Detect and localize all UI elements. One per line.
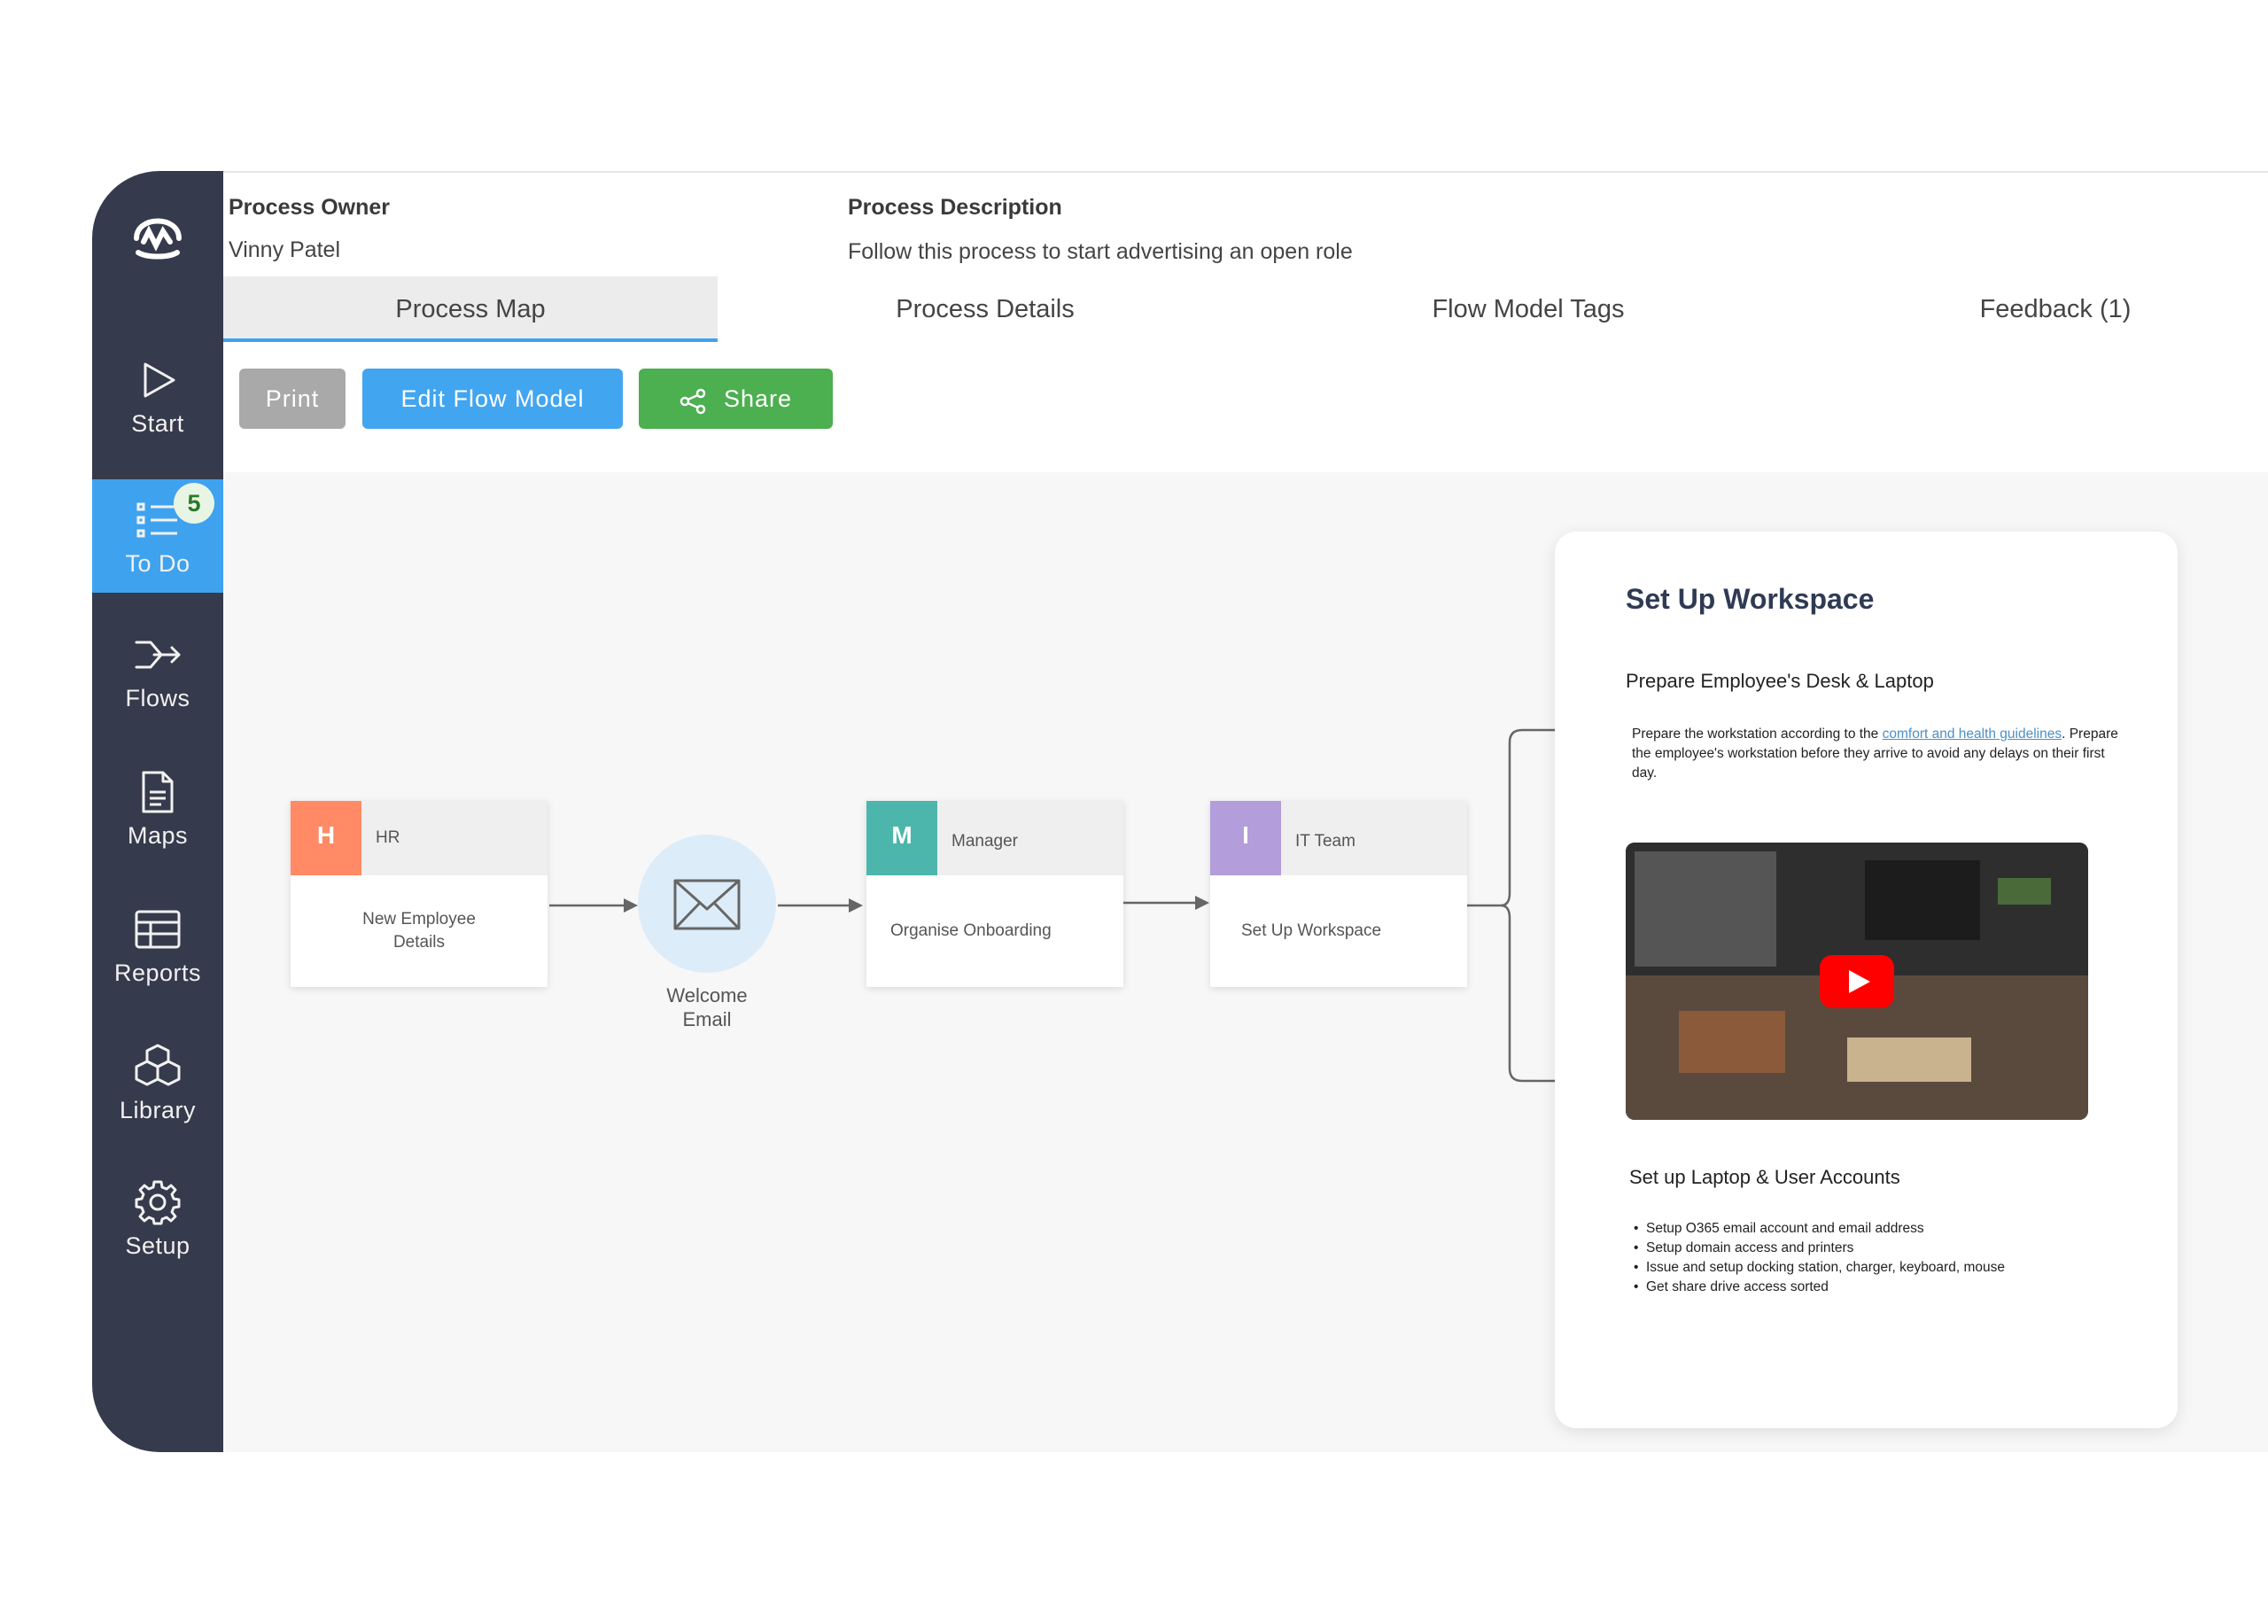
sidebar-item-label: Start [131,410,184,437]
process-description-value: Follow this process to start advertising… [848,239,1353,264]
welcome-email-event[interactable] [638,835,776,973]
node-role: IT Team [1295,832,1355,851]
sidebar-item-label: Setup [125,1232,190,1259]
task-checklist: Setup O365 email account and email addre… [1634,1219,2005,1297]
print-button[interactable]: Print [239,369,346,429]
sidebar-item-flows[interactable]: Flows [92,614,223,727]
list-item: Get share drive access sorted [1634,1278,2005,1297]
list-item: Issue and setup docking station, charger… [1634,1258,2005,1278]
play-icon [144,362,175,398]
node-task: Organise Onboarding [866,875,1123,987]
flow-node-manager[interactable]: M Manager Organise Onboarding [866,801,1123,987]
process-owner-value: Vinny Patel [229,237,341,262]
sidebar-item-library[interactable]: Library [92,1026,223,1139]
play-button-icon[interactable] [1820,955,1894,1008]
envelope-icon [673,879,741,930]
section-heading-laptop: Set up Laptop & User Accounts [1629,1166,1900,1188]
document-icon [142,771,174,813]
logo-icon [134,218,182,260]
gear-icon [135,1180,181,1225]
list-item: Setup O365 email account and email addre… [1634,1219,2005,1239]
flows-icon [135,641,181,669]
video-player[interactable] [1626,843,2088,1120]
role-avatar: M [866,801,937,875]
edit-flow-model-button[interactable]: Edit Flow Model [362,369,623,429]
app-logo[interactable] [128,203,188,267]
cubes-icon [135,1044,181,1086]
sidebar-item-label: Reports [113,960,202,986]
flow-node-hr[interactable]: H HR New Employee Details [291,801,548,987]
role-avatar: I [1210,801,1281,875]
share-icon [680,388,706,415]
sidebar-item-setup[interactable]: Setup [92,1162,223,1275]
guidelines-link[interactable]: comfort and health guidelines [1883,727,2062,742]
node-role: Manager [951,832,1018,851]
process-description-label: Process Description [848,195,1062,220]
sidebar-item-todo[interactable]: 5 To Do [92,479,223,593]
role-avatar: H [291,801,361,875]
paragraph-text: Prepare the workstation according to the [1632,727,1883,742]
sidebar-item-label: Library [119,1097,197,1123]
sidebar-item-label: Flows [125,685,190,711]
flow-node-it-team[interactable]: I IT Team Set Up Workspace [1210,801,1467,987]
tab-process-map[interactable]: Process Map [223,276,718,342]
share-button-label: Share [724,385,793,412]
header-divider [223,171,2268,173]
section-paragraph: Prepare the workstation according to the… [1632,725,2128,783]
node-header: I IT Team [1210,801,1467,875]
task-detail-title: Set Up Workspace [1626,583,1875,615]
node-task: Set Up Workspace [1210,875,1467,987]
tab-flow-model-tags[interactable]: Flow Model Tags [1342,276,1714,342]
node-task-label: New Employee Details [362,910,476,952]
list-item: Setup domain access and printers [1634,1239,2005,1258]
node-role: HR [376,828,400,847]
sidebar-item-label: To Do [125,550,190,577]
welcome-email-label: Welcome Email [666,984,748,1030]
node-header: H HR [291,801,548,875]
node-task-label: Set Up Workspace [1241,921,1382,940]
share-button[interactable]: Share [639,369,833,429]
sidebar-item-reports[interactable]: Reports [92,889,223,1002]
task-detail-card: Set Up Workspace Prepare Employee's Desk… [1555,532,2178,1428]
sidebar-item-maps[interactable]: Maps [92,751,223,865]
section-heading-desk: Prepare Employee's Desk & Laptop [1626,670,1934,692]
table-icon [135,910,181,949]
tab-feedback[interactable]: Feedback (1) [1869,276,2241,342]
node-task-label: Organise Onboarding [890,921,1052,940]
sidebar-item-start[interactable]: Start [92,339,223,453]
sidebar: Start 5 To Do Flows Maps Reports Library… [92,171,223,1452]
todo-count-badge: 5 [174,483,214,524]
tab-process-details[interactable]: Process Details [799,276,1171,342]
sidebar-item-label: Maps [127,822,189,849]
process-owner-label: Process Owner [229,195,391,220]
node-header: M Manager [866,801,1123,875]
node-task: New Employee Details [291,875,548,987]
